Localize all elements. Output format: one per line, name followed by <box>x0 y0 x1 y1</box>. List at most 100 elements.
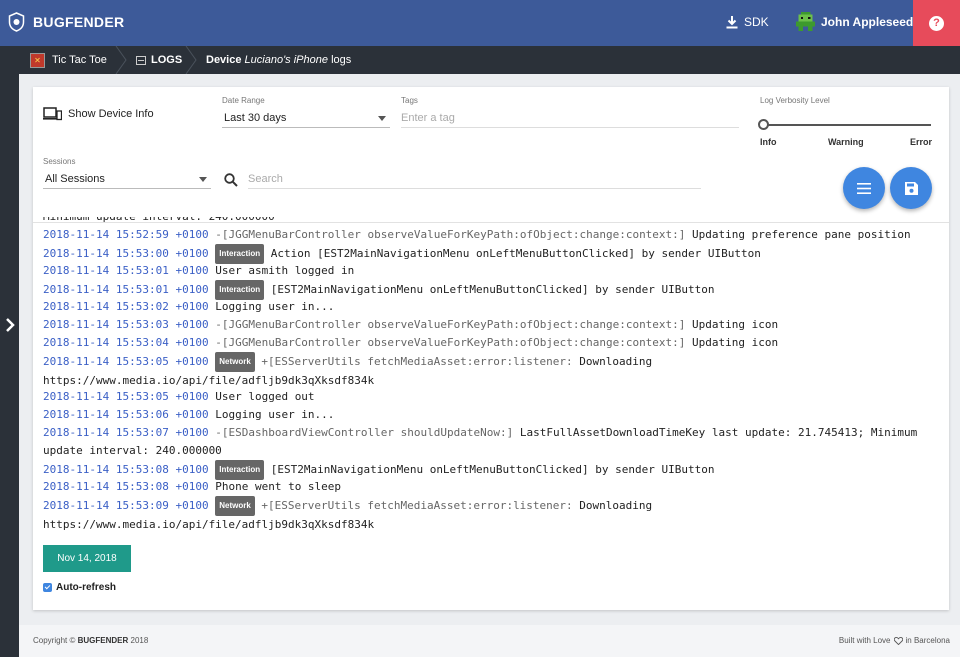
log-method: -[JGGMenuBarController observeValueForKe… <box>215 336 685 349</box>
breadcrumb-logs-label: LOGS <box>151 54 182 66</box>
search-icon <box>224 173 238 187</box>
log-timestamp: 2018-11-14 15:53:01 <box>43 264 169 277</box>
tags-label: Tags <box>401 96 418 105</box>
log-message: User asmith logged in <box>215 264 354 277</box>
heart-icon <box>894 637 903 645</box>
log-timestamp: 2018-11-14 15:53:08 <box>43 463 169 476</box>
log-timezone: +0100 <box>175 480 208 493</box>
copyright-year: 2018 <box>131 636 149 645</box>
log-line-partial: Minimum update interval: 240.000000 <box>43 217 275 226</box>
auto-refresh-checkbox[interactable]: Auto-refresh <box>43 582 116 593</box>
log-timestamp: 2018-11-14 15:52:59 <box>43 228 169 241</box>
log-line: 2018-11-14 15:53:09 +0100 Network +[ESSe… <box>43 496 943 534</box>
menu-fab-button[interactable] <box>843 167 885 209</box>
log-method: -[JGGMenuBarController observeValueForKe… <box>215 228 685 241</box>
log-timezone: +0100 <box>175 408 208 421</box>
log-timezone: +0100 <box>175 318 208 331</box>
log-tag-badge[interactable]: Network <box>215 496 255 516</box>
log-line: 2018-11-14 15:53:04 +0100 -[JGGMenuBarCo… <box>43 334 943 352</box>
log-line: 2018-11-14 15:53:01 +0100 Interaction [E… <box>43 280 943 300</box>
log-list: Minimum update interval: 240.000000 2018… <box>33 217 949 542</box>
verbosity-label: Log Verbosity Level <box>760 96 830 105</box>
built-with-love: Built with Love in Barcelona <box>839 636 950 645</box>
log-timestamp: 2018-11-14 15:53:01 <box>43 283 169 296</box>
date-range-value: Last 30 days <box>224 112 286 124</box>
copyright: Copyright © BUGFENDER 2018 <box>33 636 148 645</box>
save-icon <box>905 182 918 195</box>
log-message: Updating icon <box>692 336 778 349</box>
log-timezone: +0100 <box>175 499 208 512</box>
log-timezone: +0100 <box>175 264 208 277</box>
user-name: John Appleseed <box>821 15 913 29</box>
chevron-down-icon <box>378 116 386 121</box>
log-tag-badge[interactable]: Interaction <box>215 460 264 480</box>
log-line: 2018-11-14 15:53:06 +0100 Logging user i… <box>43 406 943 424</box>
help-button[interactable]: ? <box>913 0 960 46</box>
sessions-select[interactable]: All Sessions <box>43 169 211 189</box>
breadcrumb-logs[interactable]: LOGS <box>136 46 182 74</box>
log-line: 2018-11-14 15:53:08 +0100 Interaction [E… <box>43 460 943 480</box>
logs-icon <box>136 56 146 65</box>
log-method: +[ESServerUtils fetchMediaAsset:error:li… <box>261 355 572 368</box>
log-method: -[ESDashboardViewController shouldUpdate… <box>215 426 513 439</box>
log-line: 2018-11-14 15:53:00 +0100 Interaction Ac… <box>43 244 943 264</box>
log-method: -[JGGMenuBarController observeValueForKe… <box>215 318 685 331</box>
sdk-link[interactable]: SDK <box>726 15 769 29</box>
log-line: 2018-11-14 15:53:08 +0100 Phone went to … <box>43 478 943 496</box>
log-timestamp: 2018-11-14 15:53:03 <box>43 318 169 331</box>
help-icon: ? <box>929 16 944 31</box>
log-line: 2018-11-14 15:53:01 +0100 User asmith lo… <box>43 262 943 280</box>
log-timezone: +0100 <box>175 336 208 349</box>
log-tag-badge[interactable]: Network <box>215 352 255 372</box>
breadcrumb-app[interactable]: ✕ Tic Tac Toe <box>30 46 107 74</box>
log-message: Updating preference pane position <box>692 228 911 241</box>
checkbox-checked-icon <box>43 583 52 592</box>
log-timestamp: 2018-11-14 15:53:04 <box>43 336 169 349</box>
log-timezone: +0100 <box>175 426 208 439</box>
logs-card: Show Device Info Date Range Last 30 days… <box>33 87 949 610</box>
log-message: [EST2MainNavigationMenu onLeftMenuButton… <box>271 463 715 476</box>
brand[interactable]: BUGFENDER <box>8 12 124 32</box>
log-timestamp: 2018-11-14 15:53:05 <box>43 355 169 368</box>
user-menu[interactable]: John Appleseed <box>796 12 913 31</box>
show-device-info-button[interactable]: Show Device Info <box>43 107 154 121</box>
download-icon <box>726 16 738 29</box>
log-message: [EST2MainNavigationMenu onLeftMenuButton… <box>271 283 715 296</box>
log-message: Action [EST2MainNavigationMenu onLeftMen… <box>271 247 761 260</box>
verbosity-level-error: Error <box>910 137 932 147</box>
log-message: Updating icon <box>692 318 778 331</box>
show-device-info-label: Show Device Info <box>68 108 154 120</box>
log-line: 2018-11-14 15:53:07 +0100 -[ESDashboardV… <box>43 424 943 460</box>
log-message: Phone went to sleep <box>215 480 341 493</box>
verbosity-slider-thumb[interactable] <box>758 119 769 130</box>
top-bar: BUGFENDER SDK John Appleseed ? <box>0 0 960 46</box>
verbosity-level-info: Info <box>760 137 777 147</box>
filter-panel: Show Device Info Date Range Last 30 days… <box>33 87 949 223</box>
search-input[interactable] <box>248 169 701 189</box>
log-timezone: +0100 <box>175 228 208 241</box>
breadcrumb-app-name: Tic Tac Toe <box>52 54 107 66</box>
save-fab-button[interactable] <box>890 167 932 209</box>
log-timestamp: 2018-11-14 15:53:09 <box>43 499 169 512</box>
verbosity-slider-track[interactable] <box>763 124 931 126</box>
date-button[interactable]: Nov 14, 2018 <box>43 545 131 572</box>
date-range-label: Date Range <box>222 96 265 105</box>
log-timezone: +0100 <box>175 283 208 296</box>
log-line: 2018-11-14 15:52:59 +0100 -[JGGMenuBarCo… <box>43 226 943 244</box>
log-message: User logged out <box>215 390 314 403</box>
log-line: 2018-11-14 15:53:05 +0100 User logged ou… <box>43 388 943 406</box>
log-method: +[ESServerUtils fetchMediaAsset:error:li… <box>261 499 572 512</box>
built-prefix: Built with Love <box>839 636 891 645</box>
log-timestamp: 2018-11-14 15:53:02 <box>43 300 169 313</box>
tags-input[interactable] <box>401 108 739 128</box>
log-tag-badge[interactable]: Interaction <box>215 244 264 264</box>
date-range-select[interactable]: Last 30 days <box>222 108 390 128</box>
breadcrumb-device-prefix: Device <box>206 54 241 66</box>
sdk-label: SDK <box>744 15 769 29</box>
brand-name: BUGFENDER <box>33 14 124 30</box>
chevron-down-icon <box>199 177 207 182</box>
log-tag-badge[interactable]: Interaction <box>215 280 264 300</box>
chevron-right-icon[interactable] <box>4 317 16 333</box>
log-timestamp: 2018-11-14 15:53:00 <box>43 247 169 260</box>
log-message: Logging user in... <box>215 408 334 421</box>
